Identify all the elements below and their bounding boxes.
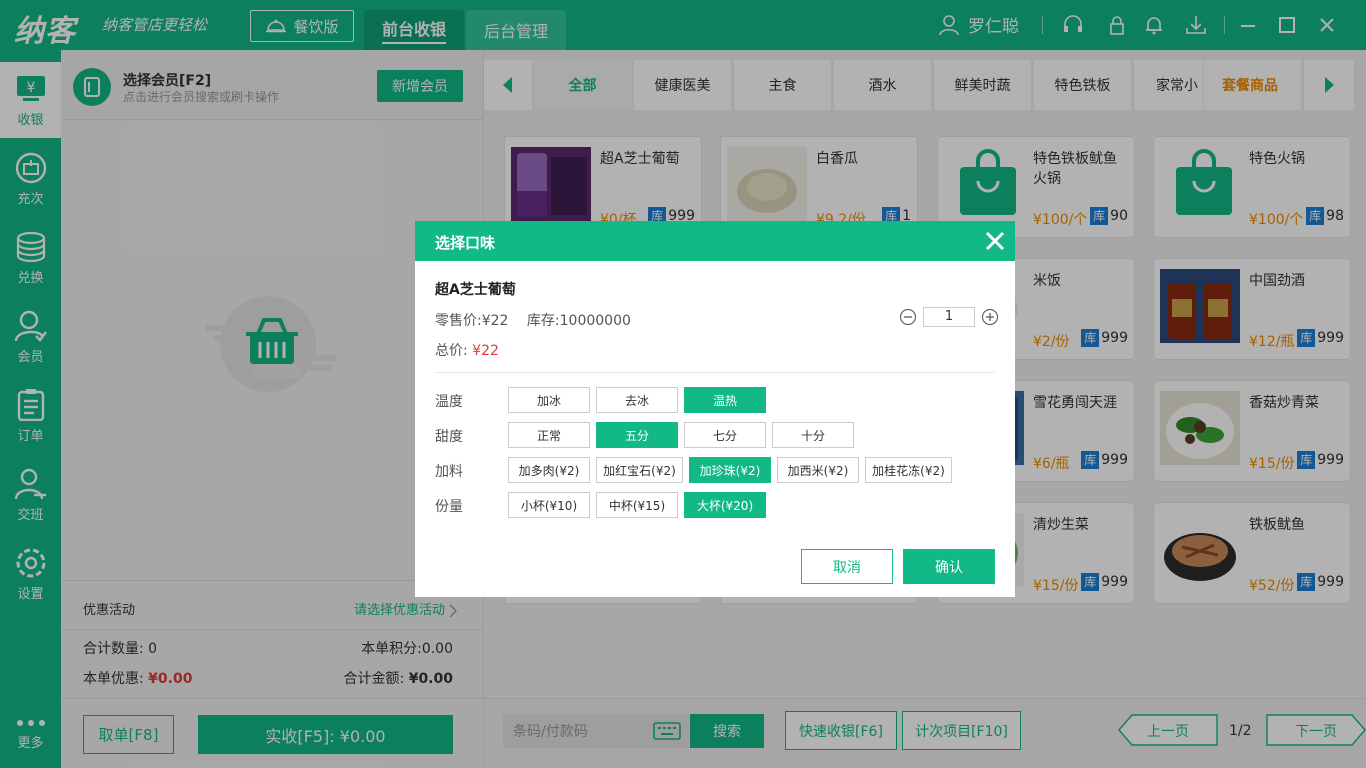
close-icon[interactable]	[983, 229, 1007, 257]
total-price-label: 总价:	[435, 343, 468, 359]
option-button-selected[interactable]: 温热	[684, 387, 766, 413]
option-button[interactable]: 加红宝石(¥2)	[596, 457, 683, 483]
retail-price-label: 零售价:	[435, 313, 482, 329]
dialog-total-row: 总价: ¥22	[435, 340, 499, 360]
option-button[interactable]: 十分	[772, 422, 854, 448]
option-button[interactable]: 小杯(¥10)	[508, 492, 590, 518]
total-price-value: ¥22	[472, 343, 499, 359]
flavor-dialog: 选择口味 超A芝士葡萄 零售价:¥22 库存:10000000 总价: ¥22 …	[415, 221, 1015, 597]
option-group-label: 份量	[435, 499, 463, 515]
confirm-button[interactable]: 确认	[903, 549, 995, 584]
option-button[interactable]: 加桂花冻(¥2)	[865, 457, 952, 483]
option-button[interactable]: 加多肉(¥2)	[508, 457, 590, 483]
option-group-label: 甜度	[435, 429, 463, 445]
option-button-selected[interactable]: 加珍珠(¥2)	[689, 457, 771, 483]
option-button-selected[interactable]: 大杯(¥20)	[684, 492, 766, 518]
option-button[interactable]: 去冰	[596, 387, 678, 413]
option-group-label: 温度	[435, 394, 463, 410]
minus-icon[interactable]	[899, 308, 917, 326]
option-button[interactable]: 加西米(¥2)	[777, 457, 859, 483]
divider	[435, 372, 995, 373]
dialog-product-name: 超A芝士葡萄	[435, 282, 516, 298]
cancel-button[interactable]: 取消	[801, 549, 893, 584]
option-button[interactable]: 正常	[508, 422, 590, 448]
stock-value: 10000000	[559, 313, 631, 329]
dialog-header: 选择口味	[415, 221, 1015, 261]
option-button[interactable]: 加冰	[508, 387, 590, 413]
retail-price-value: ¥22	[481, 313, 509, 329]
option-button[interactable]: 中杯(¥15)	[596, 492, 678, 518]
quantity-stepper: 1	[899, 307, 999, 327]
option-button[interactable]: 七分	[684, 422, 766, 448]
stock-label: 库存:	[526, 313, 560, 329]
option-group-label: 加料	[435, 464, 463, 480]
quantity-input[interactable]: 1	[923, 307, 975, 327]
option-button-selected[interactable]: 五分	[596, 422, 678, 448]
dialog-price-row: 零售价:¥22 库存:10000000	[435, 310, 631, 330]
plus-icon[interactable]	[981, 308, 999, 326]
dialog-title: 选择口味	[435, 234, 496, 252]
